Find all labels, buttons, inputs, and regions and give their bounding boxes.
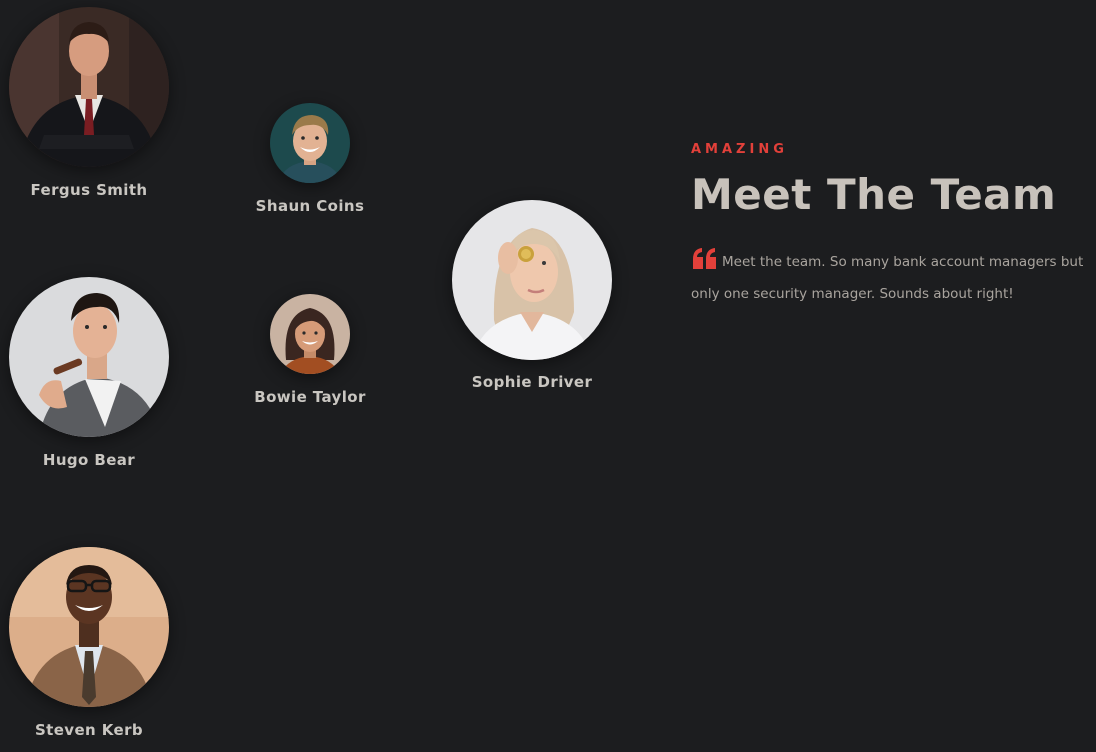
member-name: Sophie Driver — [471, 373, 593, 391]
member-name: Hugo Bear — [42, 451, 136, 469]
team-member-sophie[interactable]: Sophie Driver — [452, 200, 612, 400]
avatar[interactable] — [9, 7, 169, 167]
section-description-text: Meet the team. So many bank account mana… — [691, 254, 1084, 302]
section-description: Meet the team. So many bank account mana… — [691, 247, 1091, 308]
team-member-shaun[interactable]: Shaun Coins — [256, 103, 364, 223]
avatar[interactable] — [452, 200, 612, 360]
team-member-hugo[interactable]: Hugo Bear — [9, 277, 169, 477]
section-title: Meet The Team — [691, 170, 1057, 219]
avatar[interactable] — [9, 277, 169, 437]
avatar[interactable] — [270, 103, 350, 183]
team-intro: AMAZING Meet The Team Meet the team. So … — [691, 142, 1091, 308]
avatar[interactable] — [9, 547, 169, 707]
team-member-bowie[interactable]: Bowie Taylor — [254, 294, 365, 414]
member-name: Fergus Smith — [30, 181, 148, 199]
section-eyebrow: AMAZING — [691, 142, 788, 157]
team-member-steven[interactable]: Steven Kerb — [9, 547, 169, 747]
member-name: Steven Kerb — [34, 721, 144, 739]
team-member-fergus[interactable]: Fergus Smith — [9, 7, 169, 207]
quote-icon — [691, 247, 718, 280]
avatar[interactable] — [270, 294, 350, 374]
member-name: Shaun Coins — [255, 197, 365, 215]
member-name: Bowie Taylor — [254, 388, 366, 406]
